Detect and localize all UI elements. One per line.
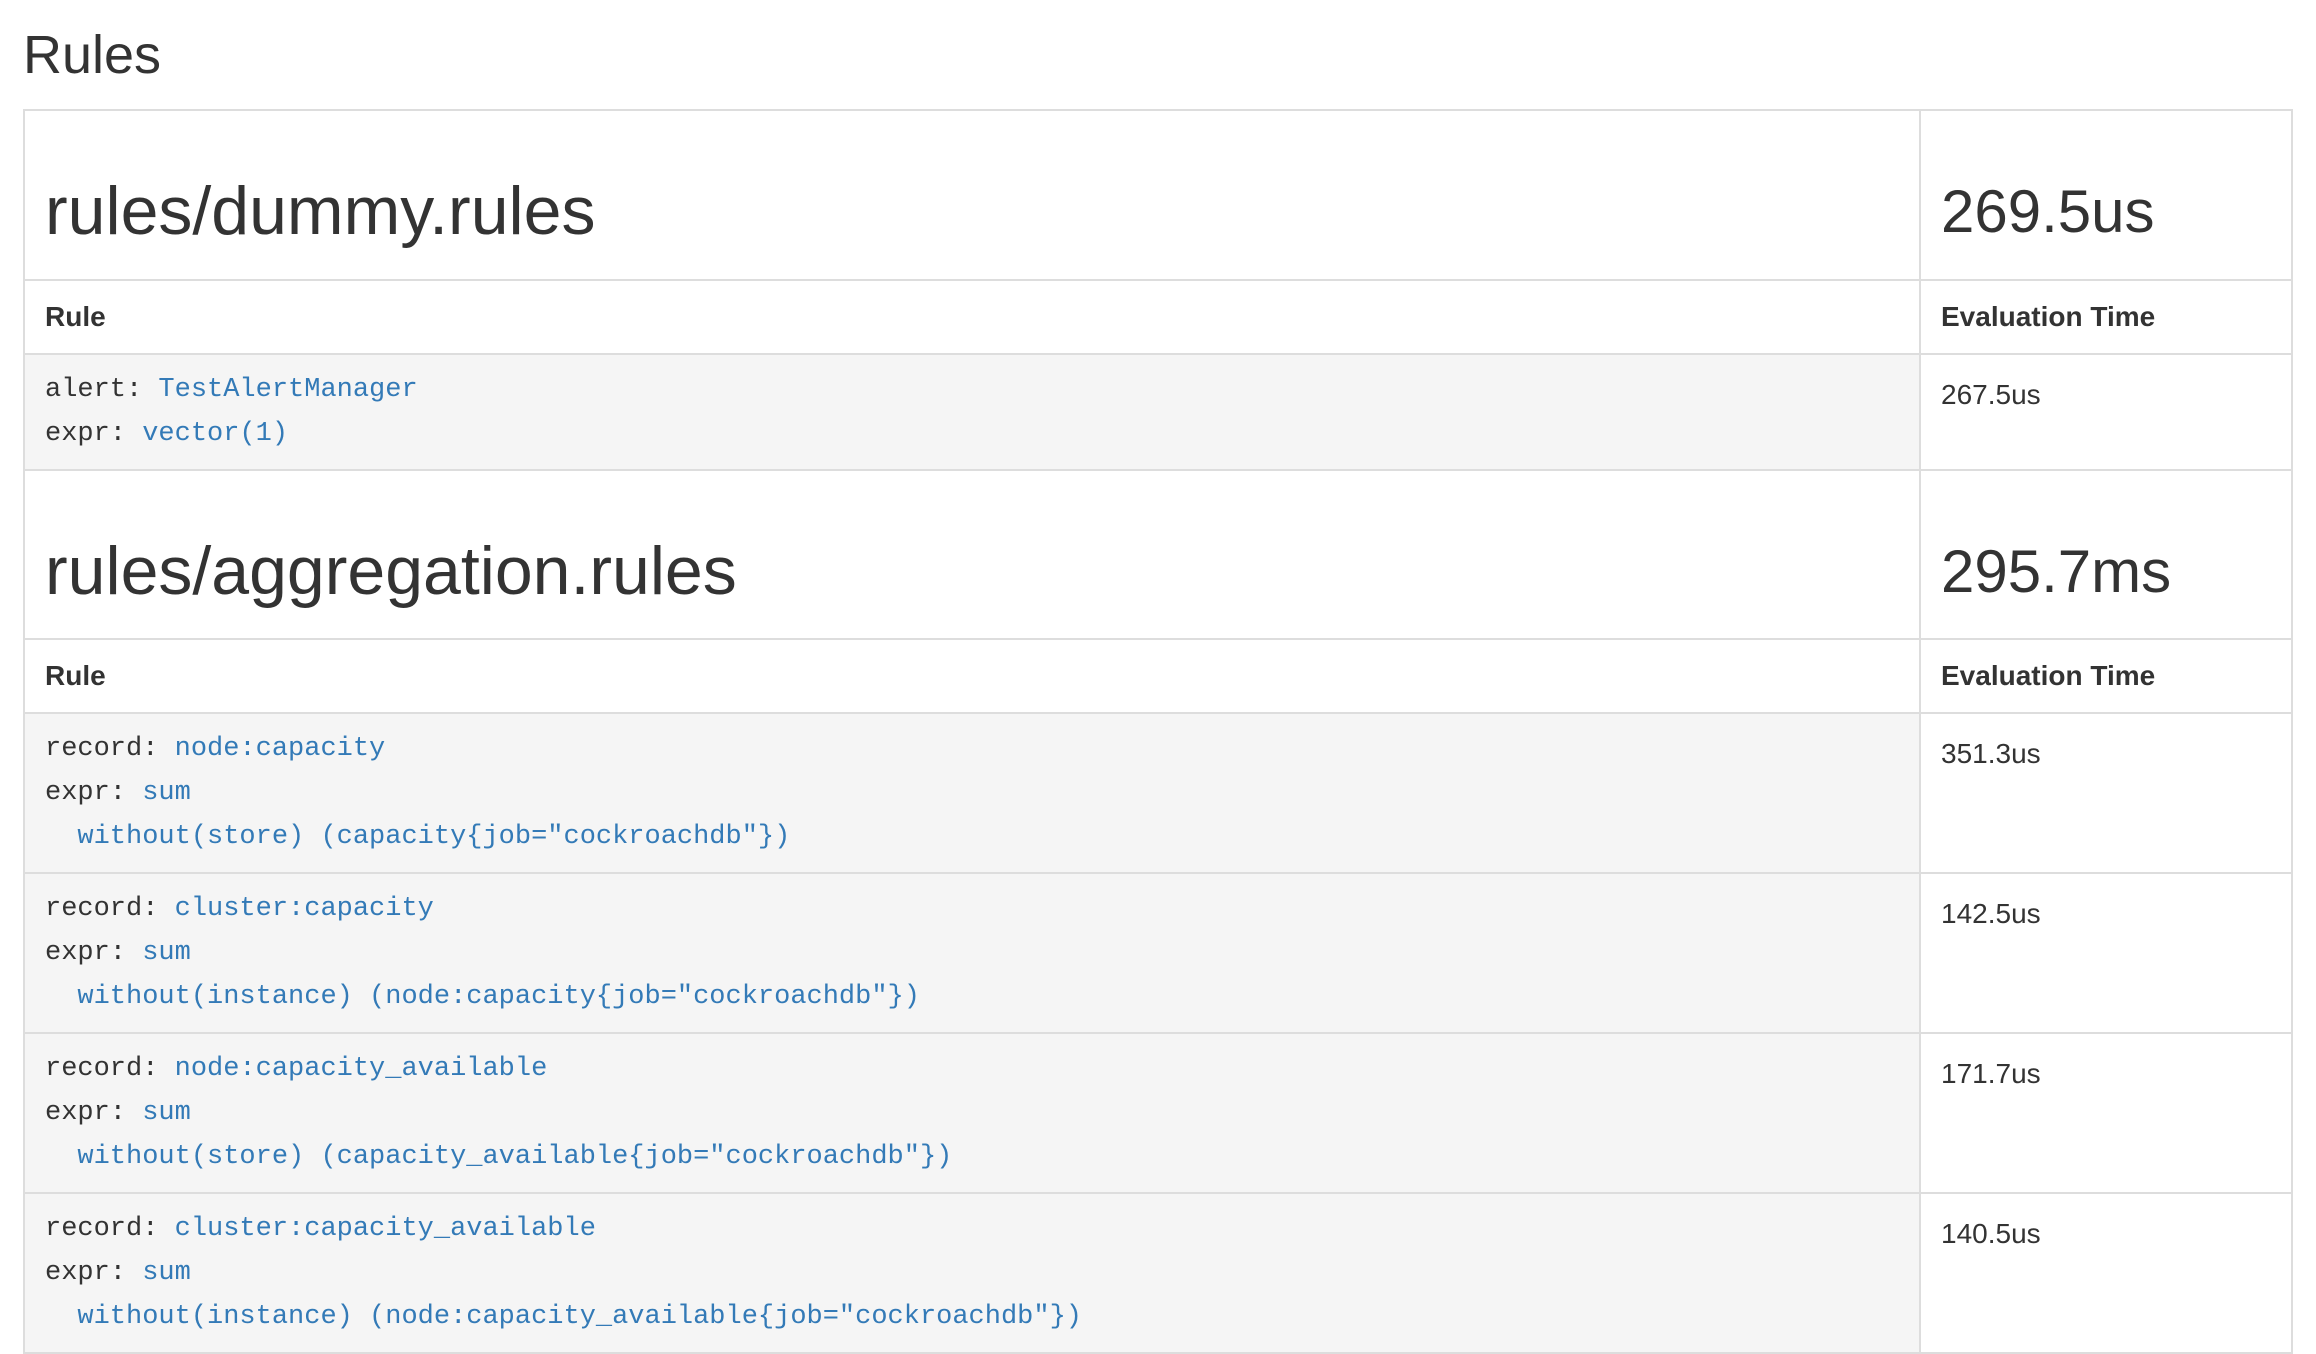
rule-expr-keyword: expr: <box>45 419 142 449</box>
group-header-row: rules/aggregation.rules 295.7ms <box>24 470 2292 639</box>
column-header-row: Rule Evaluation Time <box>24 639 2292 713</box>
rule-expr-link[interactable]: sum without(store) (capacity_available{j… <box>45 1098 952 1172</box>
group-file-name: rules/dummy.rules <box>45 175 1899 248</box>
rules-page: Rules rules/dummy.rules 269.5us Rule Eva… <box>0 26 2316 1354</box>
rule-keyword: record: <box>45 1054 175 1084</box>
rule-expr-keyword: expr: <box>45 1258 142 1288</box>
rule-keyword: record: <box>45 1214 175 1244</box>
rule-eval-time: 171.7us <box>1920 1033 2292 1193</box>
rule-eval-time: 351.3us <box>1920 713 2292 873</box>
rule-cell: record: node:capacity_available expr: su… <box>24 1033 1920 1193</box>
rule-cell: record: cluster:capacity expr: sum witho… <box>24 873 1920 1033</box>
group-file-cell: rules/dummy.rules <box>24 110 1920 279</box>
rule-expr-keyword: expr: <box>45 1098 142 1128</box>
rule-cell: record: cluster:capacity_available expr:… <box>24 1193 1920 1353</box>
page-title: Rules <box>23 26 2293 85</box>
rule-eval-time: 140.5us <box>1920 1193 2292 1353</box>
rule-eval-time: 267.5us <box>1920 354 2292 470</box>
rule-keyword: record: <box>45 894 175 924</box>
rule-name-link[interactable]: TestAlertManager <box>158 375 417 405</box>
group-header-row: rules/dummy.rules 269.5us <box>24 110 2292 279</box>
group-file-name: rules/aggregation.rules <box>45 535 1899 608</box>
rule-name-link[interactable]: cluster:capacity_available <box>175 1214 596 1244</box>
group-eval-total: 269.5us <box>1941 179 2271 245</box>
rule-row: record: node:capacity expr: sum without(… <box>24 713 2292 873</box>
rule-expr-link[interactable]: vector(1) <box>142 419 288 449</box>
rule-expr-link[interactable]: sum without(instance) (node:capacity_ava… <box>45 1258 1082 1332</box>
rule-row: alert: TestAlertManager expr: vector(1) … <box>24 354 2292 470</box>
rule-name-link[interactable]: node:capacity <box>175 734 386 764</box>
rule-eval-time: 142.5us <box>1920 873 2292 1033</box>
group-file-cell: rules/aggregation.rules <box>24 470 1920 639</box>
rule-keyword: alert: <box>45 375 158 405</box>
group-eval-total-cell: 269.5us <box>1920 110 2292 279</box>
rule-row: record: cluster:capacity expr: sum witho… <box>24 873 2292 1033</box>
rule-expr-link[interactable]: sum without(store) (capacity{job="cockro… <box>45 778 790 852</box>
column-header-rule: Rule <box>24 280 1920 354</box>
rule-row: record: node:capacity_available expr: su… <box>24 1033 2292 1193</box>
rule-row: record: cluster:capacity_available expr:… <box>24 1193 2292 1353</box>
group-eval-total-cell: 295.7ms <box>1920 470 2292 639</box>
column-header-eval-time: Evaluation Time <box>1920 639 2292 713</box>
rule-expr-link[interactable]: sum without(instance) (node:capacity{job… <box>45 938 920 1012</box>
rule-cell: record: node:capacity expr: sum without(… <box>24 713 1920 873</box>
rule-expr-keyword: expr: <box>45 778 142 808</box>
column-header-eval-time: Evaluation Time <box>1920 280 2292 354</box>
rules-table: rules/dummy.rules 269.5us Rule Evaluatio… <box>23 109 2293 1354</box>
rule-cell: alert: TestAlertManager expr: vector(1) <box>24 354 1920 470</box>
group-eval-total: 295.7ms <box>1941 539 2271 605</box>
rule-name-link[interactable]: node:capacity_available <box>175 1054 548 1084</box>
rule-expr-keyword: expr: <box>45 938 142 968</box>
rule-name-link[interactable]: cluster:capacity <box>175 894 434 924</box>
rule-keyword: record: <box>45 734 175 764</box>
column-header-row: Rule Evaluation Time <box>24 280 2292 354</box>
column-header-rule: Rule <box>24 639 1920 713</box>
